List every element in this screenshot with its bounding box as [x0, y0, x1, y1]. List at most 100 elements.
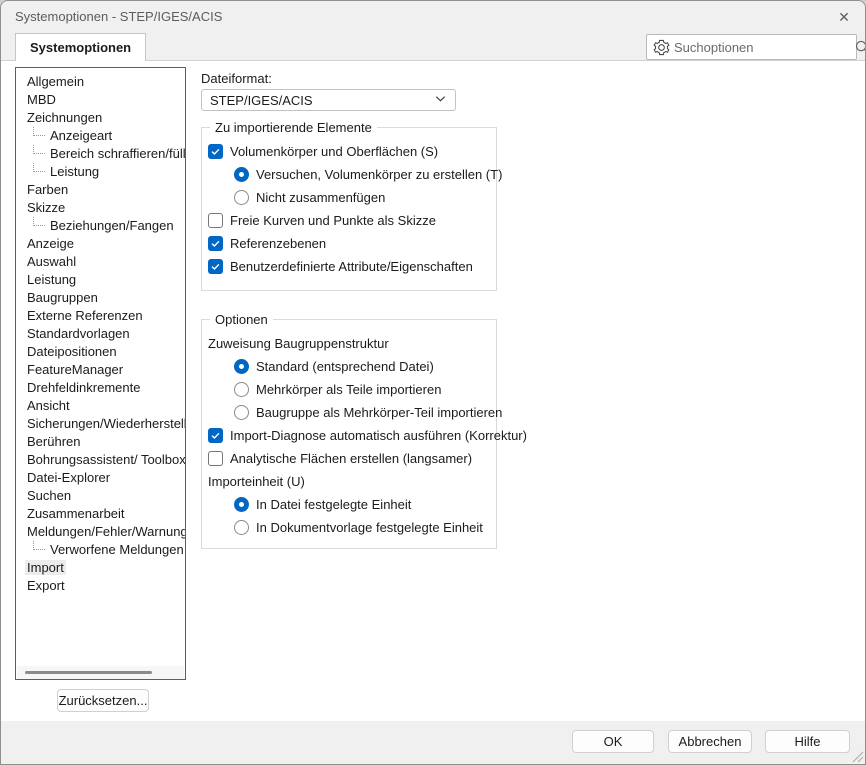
radio-unselected-icon[interactable] [234, 190, 249, 205]
checkbox-checked-icon[interactable] [208, 236, 223, 251]
option-row[interactable]: In Dokumentvorlage festgelegte Einheit [234, 516, 490, 539]
option-row[interactable]: Baugruppe als Mehrkörper-Teil importiere… [234, 401, 490, 424]
sidebar-item[interactable]: Leistung [16, 163, 185, 181]
ok-button[interactable]: OK [572, 730, 654, 753]
search-input[interactable] [670, 40, 854, 55]
sidebar-item[interactable]: Dateipositionen [16, 343, 185, 361]
sidebar-item[interactable]: Skizze [16, 199, 185, 217]
sidebar-item-label: Meldungen/Fehler/Warnungen [25, 524, 185, 539]
sidebar-item[interactable]: Sicherungen/Wiederherstellen [16, 415, 185, 433]
sidebar-item[interactable]: Drehfeldinkremente [16, 379, 185, 397]
sidebar-item[interactable]: Zeichnungen [16, 109, 185, 127]
sidebar-item-label: Sicherungen/Wiederherstellen [25, 416, 185, 431]
option-row[interactable]: Nicht zusammenfügen [234, 186, 490, 209]
option-label: Importeinheit (U) [208, 474, 305, 489]
help-button[interactable]: Hilfe [765, 730, 850, 753]
sidebar-item[interactable]: Beziehungen/Fangen [16, 217, 185, 235]
option-row[interactable]: Standard (entsprechend Datei) [234, 355, 490, 378]
sidebar-item[interactable]: Meldungen/Fehler/Warnungen [16, 523, 185, 541]
option-label: Standard (entsprechend Datei) [256, 359, 434, 374]
option-row[interactable]: In Datei festgelegte Einheit [234, 493, 490, 516]
sidebar-item[interactable]: Anzeige [16, 235, 185, 253]
tree-branch-icon [33, 163, 45, 172]
sidebar-item[interactable]: Import [16, 559, 185, 577]
radio-unselected-icon[interactable] [234, 382, 249, 397]
sidebar-item-label: FeatureManager [25, 362, 125, 377]
radio-selected-icon[interactable] [234, 359, 249, 374]
sidebar-item[interactable]: Externe Referenzen [16, 307, 185, 325]
resize-grip-icon[interactable] [850, 749, 864, 763]
sidebar-item-label: Leistung [25, 272, 78, 287]
sidebar-item[interactable]: Datei-Explorer [16, 469, 185, 487]
sidebar-item[interactable]: Auswahl [16, 253, 185, 271]
sidebar-item-label: Skizze [25, 200, 67, 215]
sidebar-item-label: Auswahl [25, 254, 78, 269]
option-row[interactable]: Versuchen, Volumenkörper zu erstellen (T… [234, 163, 490, 186]
checkbox-checked-icon[interactable] [208, 144, 223, 159]
option-label: Referenzebenen [230, 236, 326, 251]
sidebar-item[interactable]: Bohrungsassistent/ Toolbox [16, 451, 185, 469]
file-format-dropdown[interactable]: STEP/IGES/ACIS [201, 89, 456, 111]
checkbox-unchecked-icon[interactable] [208, 213, 223, 228]
radio-unselected-icon[interactable] [234, 520, 249, 535]
sidebar-item-label: Bohrungsassistent/ Toolbox [25, 452, 185, 467]
sidebar-item[interactable]: Anzeigeart [16, 127, 185, 145]
sidebar-item[interactable]: Standardvorlagen [16, 325, 185, 343]
option-label: Volumenkörper und Oberflächen (S) [230, 144, 438, 159]
option-label: Baugruppe als Mehrkörper-Teil importiere… [256, 405, 502, 420]
sidebar-item-label: Berühren [25, 434, 82, 449]
gear-icon[interactable] [653, 39, 670, 56]
option-label: In Dokumentvorlage festgelegte Einheit [256, 520, 483, 535]
sidebar-item[interactable]: Allgemein [16, 73, 185, 91]
horizontal-scrollbar[interactable] [17, 666, 184, 679]
sidebar-item[interactable]: Leistung [16, 271, 185, 289]
window-title: Systemoptionen - STEP/IGES/ACIS [15, 9, 222, 24]
radio-selected-icon[interactable] [234, 497, 249, 512]
group-rows-0: Volumenkörper und Oberflächen (S) Versuc… [202, 128, 496, 278]
checkbox-checked-icon[interactable] [208, 259, 223, 274]
option-label: Nicht zusammenfügen [256, 190, 385, 205]
sidebar-item[interactable]: Ansicht [16, 397, 185, 415]
sidebar-item[interactable]: Verworfene Meldungen [16, 541, 185, 559]
sidebar-item[interactable]: Bereich schraffieren/füllen [16, 145, 185, 163]
tab-strip: Systemoptionen [1, 32, 865, 61]
magnifier-icon[interactable] [854, 39, 866, 56]
scrollbar-thumb[interactable] [25, 671, 152, 674]
close-button[interactable]: ✕ [834, 7, 854, 27]
option-row[interactable]: Benutzerdefinierte Attribute/Eigenschaft… [208, 255, 490, 278]
sidebar-item[interactable]: Zusammenarbeit [16, 505, 185, 523]
option-row[interactable]: Analytische Flächen erstellen (langsamer… [208, 447, 490, 470]
checkbox-unchecked-icon[interactable] [208, 451, 223, 466]
sidebar-item[interactable]: Baugruppen [16, 289, 185, 307]
sidebar-item-label: Drehfeldinkremente [25, 380, 142, 395]
group-options: Optionen Zuweisung Baugruppenstruktur St… [201, 319, 497, 549]
group-elements-to-import: Zu importierende Elemente Volumenkörper … [201, 127, 497, 291]
sidebar-item[interactable]: Farben [16, 181, 185, 199]
cancel-button[interactable]: Abbrechen [668, 730, 752, 753]
sidebar-item-label: Anzeigeart [48, 128, 114, 143]
option-row[interactable]: Mehrkörper als Teile importieren [234, 378, 490, 401]
option-row[interactable]: Volumenkörper und Oberflächen (S) [208, 140, 490, 163]
sidebar-item[interactable]: Export [16, 577, 185, 595]
checkbox-checked-icon[interactable] [208, 428, 223, 443]
radio-selected-icon[interactable] [234, 167, 249, 182]
sidebar-item[interactable]: MBD [16, 91, 185, 109]
sidebar-item-label: Datei-Explorer [25, 470, 112, 485]
tab-systemoptionen[interactable]: Systemoptionen [15, 33, 146, 61]
sidebar-item[interactable]: Berühren [16, 433, 185, 451]
tree-branch-icon [33, 145, 45, 154]
sidebar-item[interactable]: Suchen [16, 487, 185, 505]
option-row[interactable]: Referenzebenen [208, 232, 490, 255]
sidebar-item-label: Verworfene Meldungen [48, 542, 185, 557]
option-row[interactable]: Freie Kurven und Punkte als Skizze [208, 209, 490, 232]
search-box[interactable] [646, 34, 857, 60]
option-label: Zuweisung Baugruppenstruktur [208, 336, 389, 351]
sidebar-item[interactable]: FeatureManager [16, 361, 185, 379]
option-label: Benutzerdefinierte Attribute/Eigenschaft… [230, 259, 473, 274]
option-label: Freie Kurven und Punkte als Skizze [230, 213, 436, 228]
option-row[interactable]: Import-Diagnose automatisch ausführen (K… [208, 424, 490, 447]
radio-unselected-icon[interactable] [234, 405, 249, 420]
sidebar-item-label: Externe Referenzen [25, 308, 145, 323]
reset-button[interactable]: Zurücksetzen... [57, 689, 149, 712]
titlebar: Systemoptionen - STEP/IGES/ACIS ✕ [1, 1, 865, 32]
